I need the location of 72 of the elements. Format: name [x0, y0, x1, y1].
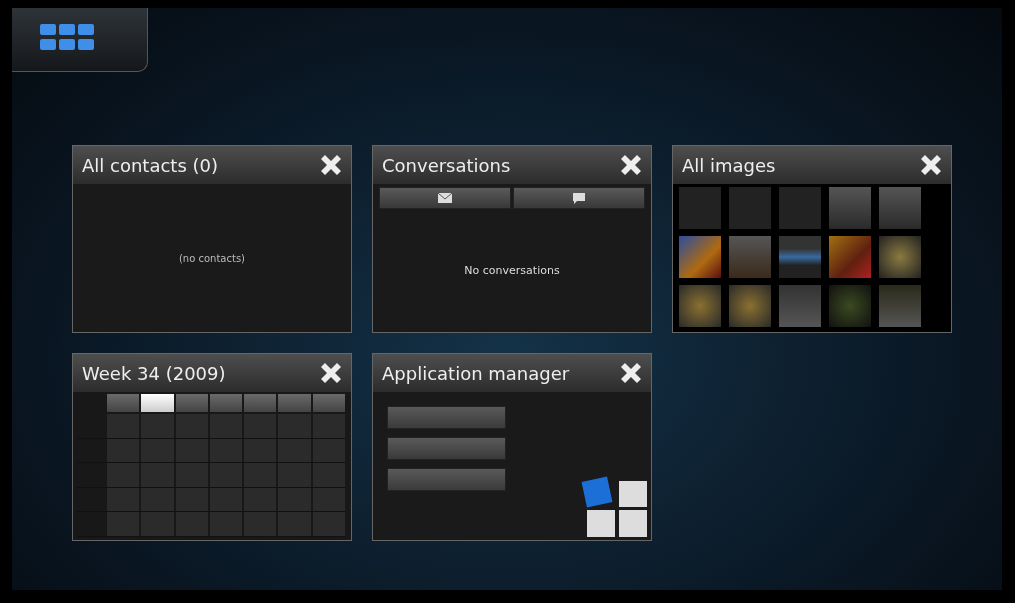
- image-thumbnail[interactable]: [729, 187, 771, 229]
- day-header[interactable]: [141, 394, 174, 412]
- calendar-slot[interactable]: [141, 438, 174, 463]
- calendar-slot[interactable]: [278, 438, 311, 463]
- day-header[interactable]: [312, 394, 345, 412]
- calendar-slot[interactable]: [209, 512, 243, 536]
- calendar-slot[interactable]: [175, 512, 208, 536]
- image-thumbnail[interactable]: [879, 187, 921, 229]
- image-thumbnail[interactable]: [679, 187, 721, 229]
- calendar-slot[interactable]: [209, 438, 243, 463]
- app-menu-tab[interactable]: [12, 8, 148, 72]
- empty-message: (no contacts): [178, 252, 246, 264]
- day-header[interactable]: [278, 394, 311, 412]
- envelope-icon: [438, 193, 452, 203]
- app-window-card[interactable]: All images: [672, 145, 952, 333]
- window-title: All images: [682, 154, 776, 176]
- grid-icon: [40, 24, 94, 50]
- calendar-slot[interactable]: [244, 512, 277, 536]
- calendar-slot[interactable]: [312, 487, 345, 512]
- image-thumbnail[interactable]: [779, 285, 821, 327]
- calendar-slot[interactable]: [312, 512, 345, 536]
- calendar-slot[interactable]: [141, 512, 174, 536]
- window-title: Application manager: [382, 362, 570, 384]
- calendar-slot[interactable]: [278, 512, 311, 536]
- image-thumbnail[interactable]: [829, 187, 871, 229]
- calendar-slot[interactable]: [107, 487, 140, 512]
- calendar-slot[interactable]: [209, 487, 243, 512]
- calendar-slot[interactable]: [244, 487, 277, 512]
- image-thumbnail[interactable]: [829, 236, 871, 278]
- calendar-slot[interactable]: [278, 463, 311, 487]
- app-window-card[interactable]: Week 34 (2009): [72, 353, 352, 541]
- image-thumbnail[interactable]: [729, 285, 771, 327]
- calendar-slot[interactable]: [107, 512, 140, 536]
- calendar-slot[interactable]: [107, 438, 140, 463]
- tiles-icon: [581, 476, 649, 538]
- empty-message: No conversations: [464, 264, 560, 277]
- new-message-button[interactable]: [379, 187, 511, 209]
- calendar-slot[interactable]: [175, 463, 208, 487]
- calendar-slot[interactable]: [244, 438, 277, 463]
- menu-button[interactable]: [387, 406, 506, 429]
- image-thumbnail[interactable]: [679, 285, 721, 327]
- image-thumbnail[interactable]: [879, 236, 921, 278]
- window-title: All contacts (0): [82, 154, 218, 176]
- calendar-slot[interactable]: [107, 463, 140, 487]
- calendar-slot[interactable]: [141, 463, 174, 487]
- window-title: Conversations: [382, 154, 511, 176]
- app-window-card[interactable]: Application manager: [372, 353, 652, 541]
- calendar-slot[interactable]: [141, 487, 174, 512]
- window-title: Week 34 (2009): [82, 362, 226, 384]
- calendar-slot[interactable]: [312, 463, 345, 487]
- day-header[interactable]: [107, 394, 140, 412]
- app-window-card[interactable]: Conversations No conversations: [372, 145, 652, 333]
- calendar-slot[interactable]: [312, 438, 345, 463]
- day-header[interactable]: [244, 394, 277, 412]
- image-thumbnail[interactable]: [779, 187, 821, 229]
- image-thumbnail[interactable]: [729, 236, 771, 278]
- image-thumbnail[interactable]: [879, 285, 921, 327]
- app-window-card[interactable]: All contacts (0) (no contacts): [72, 145, 352, 333]
- image-thumbnail[interactable]: [779, 236, 821, 278]
- calendar-slot[interactable]: [175, 487, 208, 512]
- new-chat-button[interactable]: [513, 187, 645, 209]
- calendar-slot[interactable]: [209, 463, 243, 487]
- image-thumbnail[interactable]: [679, 236, 721, 278]
- menu-button[interactable]: [387, 437, 506, 460]
- calendar-slot[interactable]: [244, 463, 277, 487]
- menu-button[interactable]: [387, 468, 506, 491]
- day-header[interactable]: [209, 394, 243, 412]
- image-thumbnail[interactable]: [829, 285, 871, 327]
- calendar-slot[interactable]: [175, 438, 208, 463]
- speech-bubble-icon: [573, 192, 585, 204]
- day-header[interactable]: [175, 394, 208, 412]
- calendar-slot[interactable]: [278, 487, 311, 512]
